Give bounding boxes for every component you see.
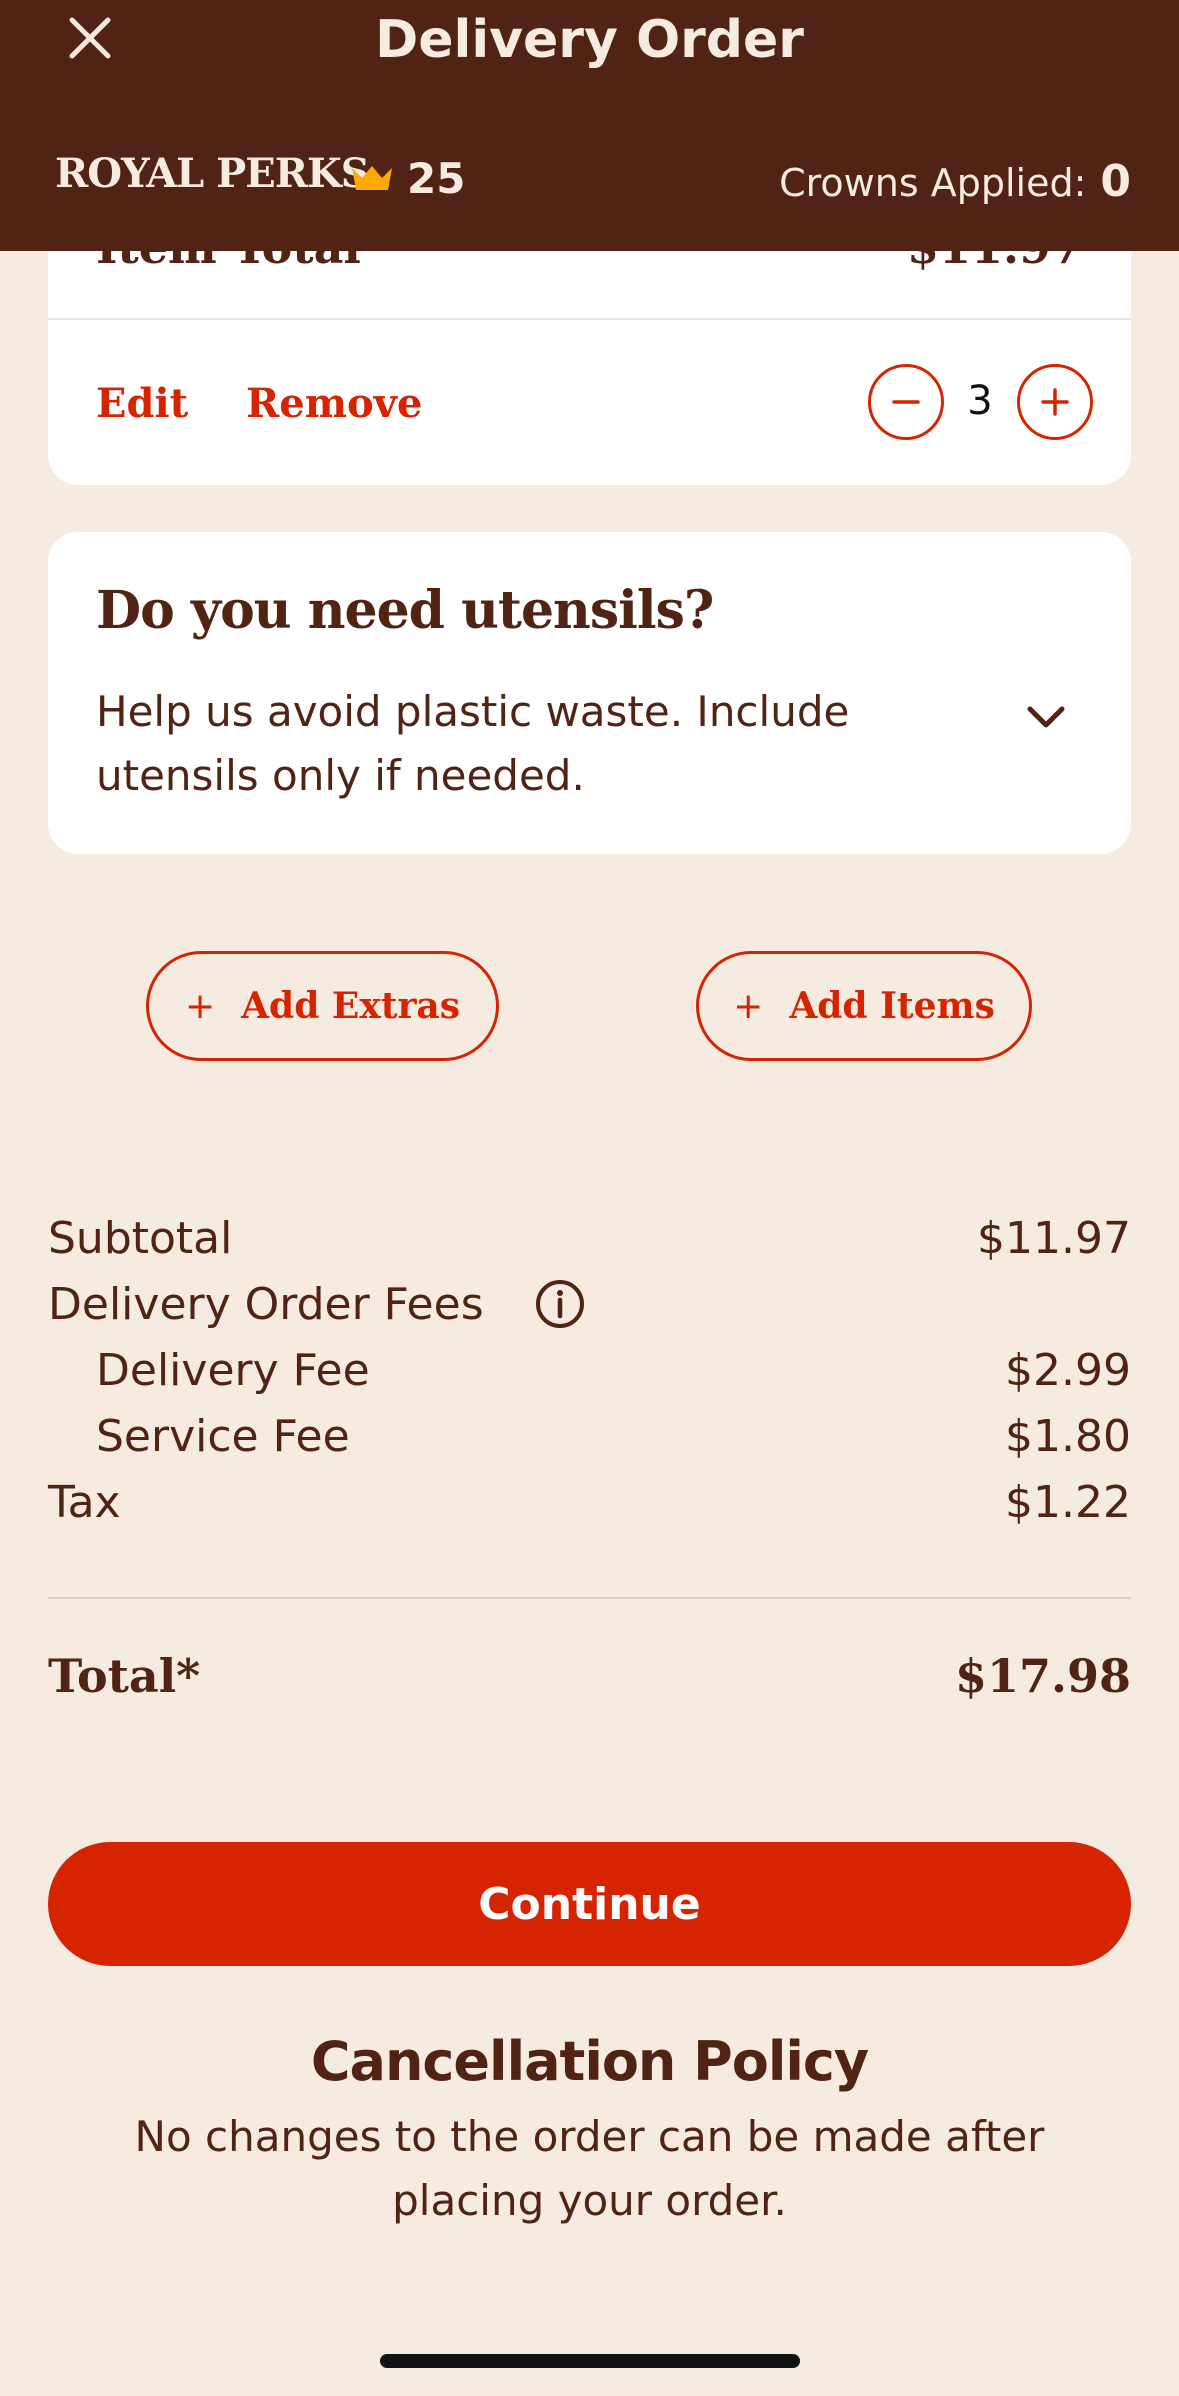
total-value: $17.98 [954,1649,1131,1703]
continue-button[interactable]: Continue [48,1842,1131,1966]
crown-icon [350,162,394,194]
item-divider [48,318,1131,320]
quantity-value: 3 [967,378,993,424]
utensils-title: Do you need utensils? [96,580,714,641]
info-icon[interactable] [534,1278,586,1330]
crowns-applied: Crowns Applied: 0 [779,156,1131,207]
header-bar: Delivery Order ROYAL PERKS 25 Crowns App… [0,0,1179,251]
utensils-description: Help us avoid plastic waste. Include ute… [96,687,850,800]
service-fee-value: $1.80 [1005,1410,1131,1462]
edit-button[interactable]: Edit [96,380,188,427]
tax-row: Tax $1.22 [48,1469,1131,1535]
cancellation-policy-title: Cancellation Policy [310,2030,869,2093]
home-indicator[interactable] [380,2354,800,2368]
tax-label: Tax [48,1476,121,1528]
royal-perks-logo: ROYAL PERKS [55,150,370,197]
add-items-label: Add Items [789,985,995,1027]
remove-button[interactable]: Remove [246,380,422,427]
fees-row: Delivery Order Fees [48,1271,1131,1337]
crowns-applied-value: 0 [1100,156,1131,207]
decrease-quantity-button[interactable] [868,364,944,440]
fees-label: Delivery Order Fees [48,1278,484,1330]
plus-icon [1041,388,1069,416]
page-title: Delivery Order [375,10,804,70]
delivery-fee-label: Delivery Fee [96,1344,370,1396]
delivery-fee-value: $2.99 [1005,1344,1131,1396]
crowns-applied-label: Crowns Applied: [779,161,1087,205]
utensils-expand-toggle[interactable] [1021,692,1071,742]
add-extras-button[interactable]: + Add Extras [146,951,499,1061]
cancellation-policy-text: No changes to the order can be made afte… [134,2112,1045,2225]
total-label: Total* [48,1649,201,1703]
subtotal-label: Subtotal [48,1212,233,1264]
summary-divider [48,1597,1131,1599]
chevron-down-icon [1027,706,1065,728]
subtotal-value: $11.97 [977,1212,1131,1264]
add-extras-label: Add Extras [241,985,461,1027]
plus-icon: + [733,985,764,1027]
add-items-button[interactable]: + Add Items [696,951,1032,1061]
order-summary: Subtotal $11.97 Delivery Order Fees Deli… [48,1205,1131,1703]
subtotal-row: Subtotal $11.97 [48,1205,1131,1271]
total-row: Total* $17.98 [48,1649,1131,1703]
utensils-card[interactable]: Do you need utensils? Help us avoid plas… [48,532,1131,854]
crown-balance: 25 [407,154,466,203]
service-fee-row: Service Fee $1.80 [48,1403,1131,1469]
minus-icon [892,400,920,404]
service-fee-label: Service Fee [96,1410,350,1462]
tax-value: $1.22 [1005,1476,1131,1528]
increase-quantity-button[interactable] [1017,364,1093,440]
plus-icon: + [184,985,216,1027]
delivery-fee-row: Delivery Fee $2.99 [48,1337,1131,1403]
